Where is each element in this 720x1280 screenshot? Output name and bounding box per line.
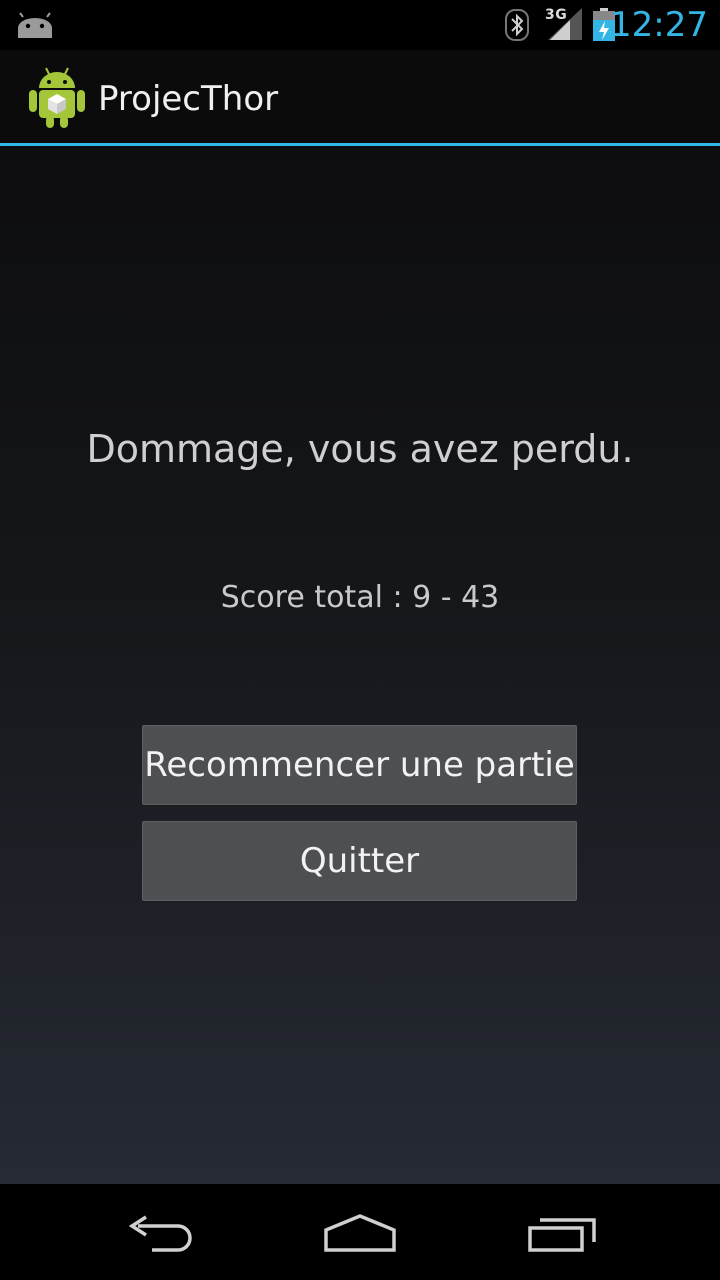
navigation-bar: [0, 1184, 720, 1280]
main-content: Dommage, vous avez perdu. Score total : …: [0, 146, 720, 1184]
action-bar: ProjecThor: [0, 50, 720, 146]
android-app-icon[interactable]: [26, 64, 88, 130]
result-message: Dommage, vous avez perdu.: [86, 427, 634, 471]
bluetooth-icon: [505, 9, 529, 41]
home-icon[interactable]: [322, 1210, 398, 1254]
android-notification-icon: [18, 12, 52, 38]
quit-button[interactable]: Quitter: [142, 821, 577, 901]
recent-apps-icon[interactable]: [526, 1212, 600, 1254]
score-text: Score total : 9 - 43: [220, 580, 500, 615]
status-clock: 12:27: [610, 5, 708, 45]
restart-game-button[interactable]: Recommencer une partie: [142, 725, 577, 805]
status-bar: 3G 12:27: [0, 0, 720, 50]
back-icon[interactable]: [124, 1212, 196, 1254]
signal-strength-icon: [548, 8, 582, 40]
app-title: ProjecThor: [98, 79, 279, 119]
